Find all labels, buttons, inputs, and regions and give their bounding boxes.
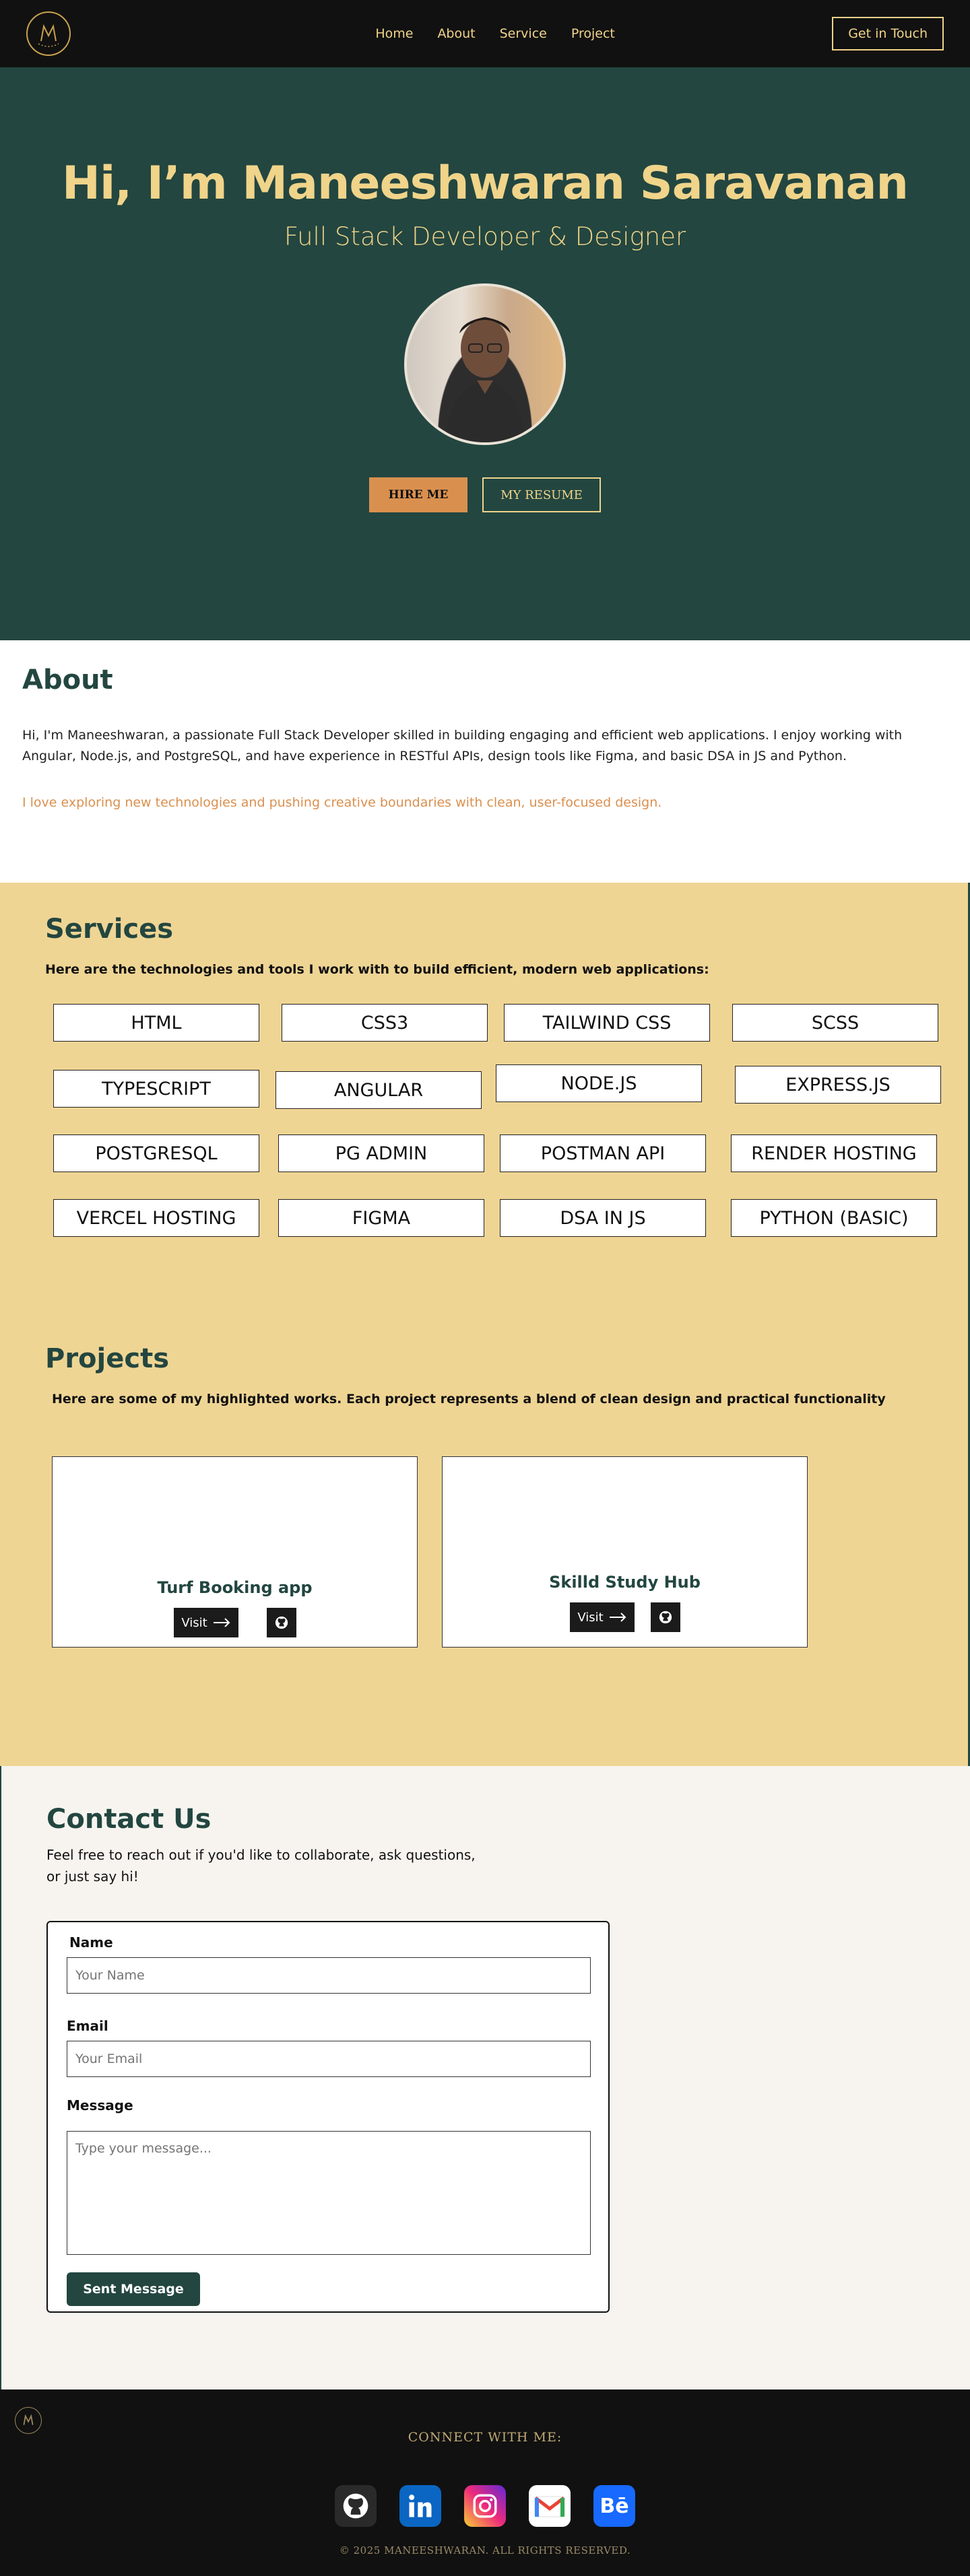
projects-list: Turf Booking app Visit Skilld Study Hub … — [52, 1456, 925, 1648]
services-intro: Here are the technologies and tools I wo… — [45, 962, 709, 977]
skill-badge: NODE.JS — [496, 1064, 702, 1102]
projects-intro: Here are some of my highlighted works. E… — [52, 1392, 886, 1406]
send-message-button[interactable]: Sent Message — [67, 2272, 200, 2306]
github-icon — [343, 2493, 368, 2519]
name-label: Name — [69, 1934, 113, 1951]
skill-badge: TAILWIND CSS — [504, 1004, 710, 1042]
skill-badge: DSA IN JS — [500, 1199, 706, 1237]
name-input[interactable] — [67, 1957, 591, 1994]
skill-badge: SCSS — [732, 1004, 938, 1042]
arrow-right-icon — [213, 1618, 230, 1627]
logo[interactable] — [26, 11, 71, 56]
footer-logo[interactable] — [15, 2407, 42, 2434]
instagram-social-link[interactable] — [464, 2485, 506, 2527]
get-in-touch-button[interactable]: Get in Touch — [832, 17, 944, 50]
skill-badge: VERCEL HOSTING — [53, 1199, 259, 1237]
skill-badge: PYTHON (BASIC) — [731, 1199, 937, 1237]
connect-heading: CONNECT WITH ME: — [408, 2430, 562, 2445]
services-projects-section: Services Here are the technologies and t… — [0, 883, 970, 1766]
skill-badge: EXPRESS.JS — [735, 1066, 941, 1104]
behance-icon: Bē — [600, 2494, 629, 2518]
contact-lead: Feel free to reach out if you'd like to … — [46, 1847, 476, 1885]
logo-monogram-icon — [23, 2414, 34, 2425]
about-body: Hi, I'm Maneeshwaran, a passionate Full … — [22, 728, 903, 764]
gmail-icon — [534, 2496, 565, 2517]
nav-link-home[interactable]: Home — [375, 26, 413, 41]
navbar: Home About Service Project Get in Touch — [0, 0, 970, 67]
email-input[interactable] — [67, 2041, 591, 2077]
visit-button[interactable]: Visit — [173, 1608, 238, 1637]
profile-portrait-icon — [445, 317, 525, 442]
github-icon — [659, 1611, 672, 1624]
hire-me-button[interactable]: HIRE ME — [369, 477, 467, 512]
about-tagline: I love exploring new technologies and pu… — [22, 795, 662, 810]
github-link-button[interactable] — [650, 1602, 680, 1632]
nav-link-project[interactable]: Project — [571, 26, 615, 41]
about-heading: About — [22, 665, 113, 696]
email-label: Email — [67, 2018, 108, 2034]
visit-label: Visit — [181, 1615, 207, 1630]
skill-badge: TYPESCRIPT — [53, 1070, 259, 1108]
github-social-link[interactable] — [335, 2485, 377, 2527]
services-heading: Services — [45, 914, 174, 945]
project-actions: Visit — [173, 1608, 296, 1637]
logo-monogram-icon — [38, 24, 59, 47]
skill-badge: ANGULAR — [276, 1071, 482, 1109]
projects-heading: Projects — [45, 1343, 170, 1374]
nav-link-service[interactable]: Service — [500, 26, 547, 41]
gmail-social-link[interactable] — [529, 2485, 571, 2527]
hero-section: Hi, I’m Maneeshwaran Saravanan Full Stac… — [0, 67, 970, 640]
arrow-right-icon — [609, 1613, 626, 1622]
contact-heading: Contact Us — [46, 1804, 212, 1835]
project-card-skilld: Skilld Study Hub Visit — [442, 1456, 808, 1648]
linkedin-icon — [409, 2495, 432, 2517]
hero-title: Hi, I’m Maneeshwaran Saravanan — [62, 157, 909, 210]
github-link-button[interactable] — [266, 1608, 296, 1637]
profile-photo — [404, 283, 566, 445]
linkedin-social-link[interactable] — [399, 2485, 441, 2527]
contact-form: Name Email Message Sent Message — [46, 1921, 610, 2313]
skill-badge: FIGMA — [278, 1199, 484, 1237]
message-textarea[interactable] — [67, 2131, 591, 2255]
project-title: Skilld Study Hub — [549, 1573, 701, 1592]
contact-section: Contact Us Feel free to reach out if you… — [0, 1766, 970, 2389]
message-label: Message — [67, 2097, 133, 2113]
hero-subtitle: Full Stack Developer & Designer — [284, 222, 686, 251]
skills-grid: HTML CSS3 TAILWIND CSS SCSS TYPESCRIPT A… — [45, 1004, 941, 1260]
resume-button[interactable]: MY RESUME — [482, 477, 601, 512]
visit-label: Visit — [577, 1610, 604, 1625]
footer: CONNECT WITH ME: Bē © 2025 MANEESHWARAN.… — [0, 2389, 970, 2576]
skill-badge: PG ADMIN — [278, 1134, 484, 1172]
copyright-text: © 2025 MANEESHWARAN. ALL RIGHTS RESERVED… — [339, 2544, 631, 2556]
skill-badge: HTML — [53, 1004, 259, 1042]
about-section: About Hi, I'm Maneeshwaran, a passionate… — [0, 640, 970, 883]
visit-button[interactable]: Visit — [569, 1602, 635, 1632]
hero-buttons: HIRE ME MY RESUME — [369, 477, 601, 512]
nav-links: Home About Service Project — [375, 26, 615, 41]
behance-social-link[interactable]: Bē — [593, 2485, 635, 2527]
skill-badge: RENDER HOSTING — [731, 1134, 937, 1172]
nav-link-about[interactable]: About — [437, 26, 475, 41]
instagram-icon — [473, 2494, 497, 2518]
skill-badge: POSTGRESQL — [53, 1134, 259, 1172]
project-actions: Visit — [569, 1602, 680, 1632]
project-title: Turf Booking app — [157, 1578, 313, 1597]
github-icon — [275, 1616, 288, 1629]
skill-badge: POSTMAN API — [500, 1134, 706, 1172]
project-card-turf: Turf Booking app Visit — [52, 1456, 418, 1648]
skill-badge: CSS3 — [282, 1004, 488, 1042]
social-links: Bē — [335, 2485, 635, 2527]
